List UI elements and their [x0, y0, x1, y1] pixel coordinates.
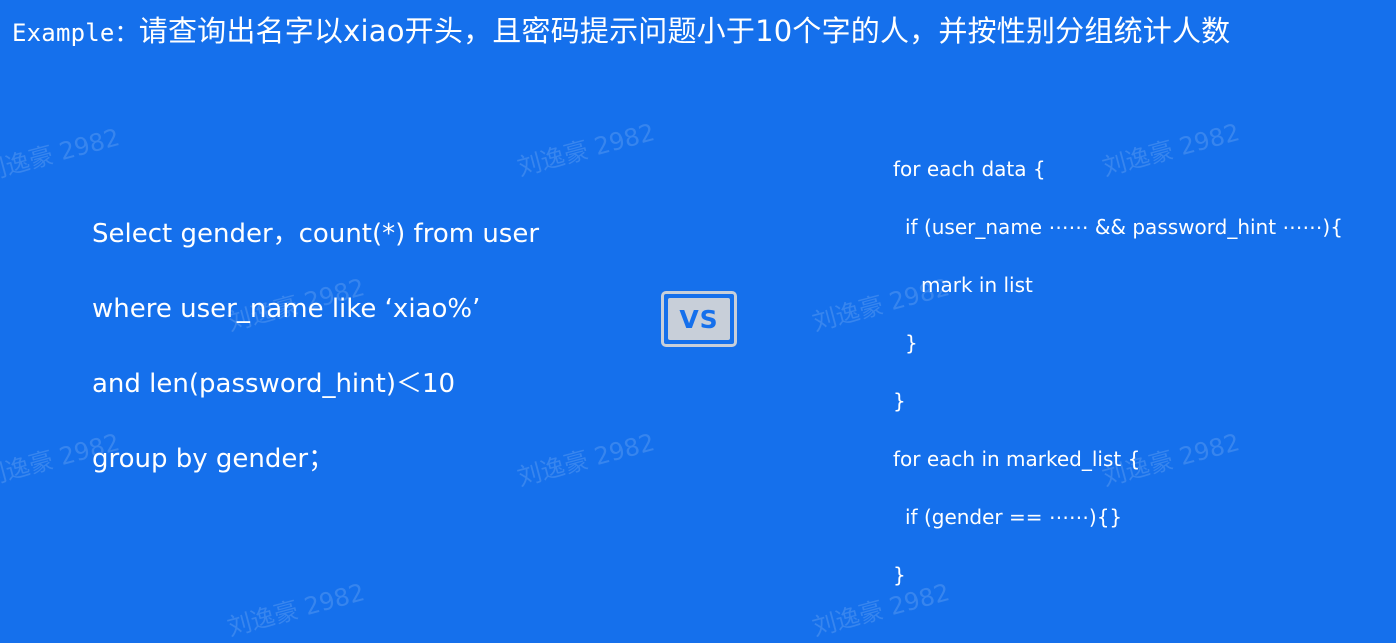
pseudocode-line-if-gender: if (gender == ⋯⋯){}	[905, 505, 1123, 529]
sql-query-block: Select gender，count(*) from user where u…	[92, 197, 612, 497]
vs-label: VS	[668, 298, 730, 340]
sql-line-and: and len(password_hint)＜10	[92, 369, 456, 399]
pseudocode-line-if-condition: if (user_name ⋯⋯ && password_hint ⋯⋯){	[905, 215, 1343, 239]
vs-badge: VS	[661, 291, 737, 347]
example-label: Example：	[12, 19, 139, 47]
watermark-text: 刘逸豪 2982	[514, 118, 658, 182]
sql-line-select: Select gender，count(*) from user	[92, 219, 540, 249]
pseudocode-block: for each data { if (user_name ⋯⋯ && pass…	[893, 140, 1393, 604]
pseudocode-line-close-for: }	[893, 389, 906, 413]
pseudocode-line-close-if: }	[905, 331, 918, 355]
question-text: 请查询出名字以xiao开头，且密码提示问题小于10个字的人，并按性别分组统计人数	[138, 14, 1231, 48]
sql-line-group-by: group by gender；	[92, 444, 335, 474]
pseudocode-line-close-for-2: }	[893, 563, 906, 587]
watermark-text: 刘逸豪 2982	[0, 123, 123, 187]
watermark-text: 刘逸豪 2982	[224, 578, 368, 642]
slide: 刘逸豪 2982 刘逸豪 2982 刘逸豪 2982 刘逸豪 2982 刘逸豪 2982…	[0, 0, 1396, 642]
pseudocode-line-mark-in-list: mark in list	[921, 273, 1033, 297]
pseudocode-line-for-each-data: for each data {	[893, 157, 1046, 181]
pseudocode-line-for-each-marked: for each in marked_list {	[893, 447, 1141, 471]
sql-line-where: where user_name like ‘xiao%’	[92, 294, 481, 324]
slide-title: Example：请查询出名字以xiao开头，且密码提示问题小于10个字的人，并按…	[12, 8, 1230, 56]
